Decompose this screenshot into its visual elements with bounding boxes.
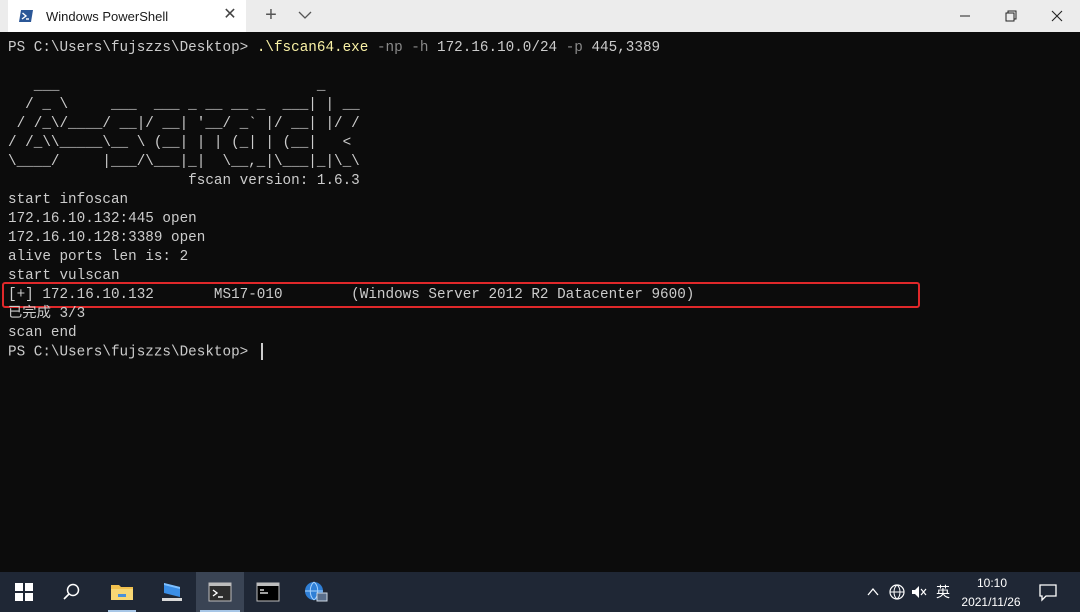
text-cursor [260, 343, 263, 360]
banner-line: / /_\/____/ __|/ __| '__/ _` |/ __| |/ / [8, 116, 360, 132]
version-line: fscan version: 1.6.3 [8, 173, 360, 189]
flag-np: -np [368, 40, 403, 56]
taskbar-file-explorer[interactable] [98, 572, 146, 612]
banner-line: / /_\\_____\__ \ (__| | | (_| | (__| < [8, 135, 386, 151]
output-line: 172.16.10.132:445 open [8, 211, 197, 227]
port-value: 445,3389 [582, 40, 661, 56]
globe-network-icon [305, 581, 328, 602]
banner-line: ___ _ [8, 78, 360, 94]
flag-p: -p [557, 40, 583, 56]
powershell-icon [19, 10, 33, 22]
command-line: PS C:\Users\fujszzs\Desktop> .\fscan64.e… [8, 39, 660, 58]
chevron-down-icon[interactable] [296, 8, 314, 22]
new-tab-button[interactable]: + [260, 4, 282, 26]
tab-title: Windows PowerShell [46, 8, 169, 24]
host-value: 172.16.10.0/24 [428, 40, 558, 56]
folder-icon [111, 585, 133, 600]
taskbar-powershell[interactable] [196, 572, 244, 612]
input-method-indicator[interactable]: 英 [934, 583, 952, 601]
flag-h: -h [402, 40, 429, 56]
chevron-up-icon[interactable] [864, 583, 882, 601]
close-window-button[interactable] [1034, 0, 1080, 32]
output-line: start infoscan [8, 192, 129, 208]
terminal-icon [208, 582, 232, 602]
banner-line: / _ \ ___ ___ _ __ __ _ ___| | __ [8, 97, 369, 113]
clock-time[interactable]: 10:10 [964, 575, 1020, 591]
start-button[interactable] [0, 572, 48, 612]
taskbar: 英 [0, 572, 1080, 612]
prompt-line: PS C:\Users\fujszzs\Desktop> [8, 343, 263, 362]
close-tab-icon[interactable]: ✕ [222, 7, 238, 23]
clock-date[interactable]: 2021/11/26 [955, 594, 1027, 610]
banner-line: \____/ |___/\___|_| \__,_|\___|_|\_\ [8, 154, 386, 170]
tab-powershell[interactable]: Windows PowerShell ✕ [8, 0, 246, 32]
command-prompt-icon [256, 582, 280, 602]
progress-line: 已完成 3/3 [8, 306, 86, 322]
network-globe-icon[interactable] [888, 583, 906, 601]
taskbar-network-settings[interactable] [292, 572, 340, 612]
scan-end-line: scan end [8, 325, 77, 341]
highlight-box [2, 282, 920, 308]
close-icon [1051, 10, 1063, 22]
volume-muted-icon[interactable] [910, 583, 928, 601]
title-bar: Windows PowerShell ✕ + [0, 0, 1080, 32]
notification-icon[interactable] [1038, 582, 1058, 602]
windows-logo-icon [15, 583, 33, 601]
search-icon [63, 583, 80, 600]
minimize-icon [960, 15, 970, 17]
command-exe: .\fscan64.exe [256, 40, 369, 56]
prompt: PS C:\Users\fujszzs\Desktop> [8, 40, 257, 56]
output-line: alive ports len is: 2 [8, 249, 189, 265]
output-line: 172.16.10.128:3389 open [8, 230, 206, 246]
terminal-area[interactable]: PS C:\Users\fujszzs\Desktop> .\fscan64.e… [0, 32, 1080, 572]
network-computer-icon [162, 583, 182, 601]
prompt: PS C:\Users\fujszzs\Desktop> [8, 344, 257, 361]
taskbar-network-app[interactable] [148, 572, 196, 612]
minimize-button[interactable] [942, 0, 988, 32]
search-button[interactable] [48, 572, 96, 612]
restore-icon [1005, 10, 1017, 22]
taskbar-command-prompt[interactable] [244, 572, 292, 612]
maximize-button[interactable] [988, 0, 1034, 32]
